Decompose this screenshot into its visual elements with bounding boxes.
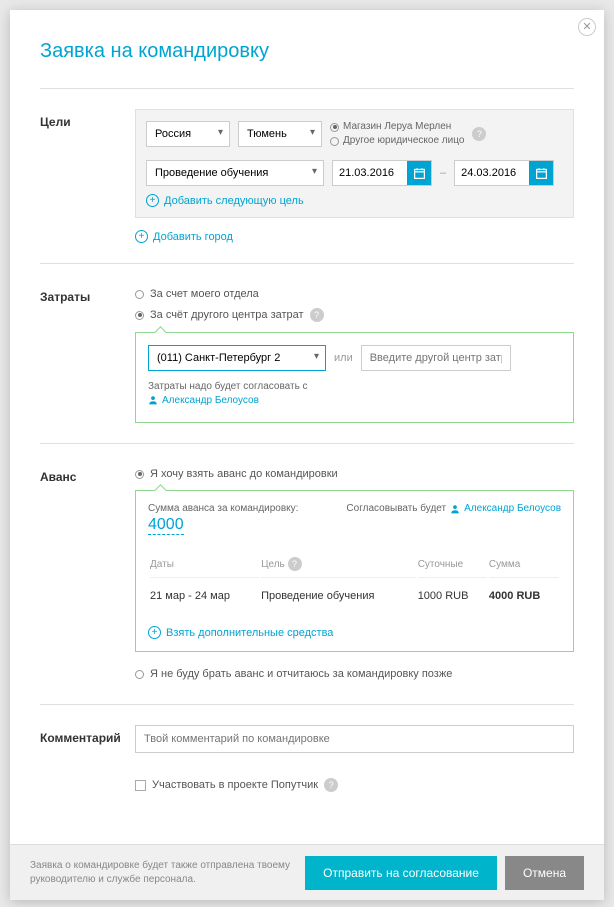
th-dates: Даты [150, 551, 259, 578]
org-leroy-radio[interactable]: Магазин Леруа Мерлен [330, 120, 464, 134]
trip-request-modal: ✕ Заявка на командировку Цели Россия Тюм… [10, 10, 604, 900]
radio-icon [135, 290, 144, 299]
advance-panel: Сумма аванса за командировку: 4000 Согла… [135, 490, 574, 652]
cost-center-select[interactable]: (011) Санкт-Петербург 2 [148, 345, 326, 371]
checkbox-icon [135, 780, 146, 791]
cell-goal: Проведение обучения [261, 580, 416, 612]
radio-icon [135, 311, 144, 320]
cost-center-value: (011) Санкт-Петербург 2 [157, 352, 280, 364]
radio-icon [135, 470, 144, 479]
comment-input[interactable] [135, 725, 574, 753]
costs-mydept-radio[interactable]: За счет моего отдела [135, 284, 574, 304]
companion-label: Участвовать в проекте Попутчик [152, 779, 318, 791]
radio-icon [330, 123, 339, 132]
plus-icon: + [135, 230, 148, 243]
add-funds-label: Взять дополнительные средства [166, 627, 333, 639]
org-type-group: Магазин Леруа Мерлен Другое юридическое … [330, 120, 464, 148]
advance-approver-link[interactable]: Александр Белоусов [464, 503, 561, 514]
plus-icon: + [146, 194, 159, 207]
close-icon[interactable]: ✕ [578, 18, 596, 36]
submit-button[interactable]: Отправить на согласование [305, 856, 497, 890]
city-select[interactable]: Тюмень [238, 121, 322, 147]
modal-title: Заявка на командировку [40, 40, 574, 63]
approval-note: Затраты надо будет согласовать с [148, 381, 561, 392]
comment-label: Комментарий [40, 725, 135, 753]
th-sum: Сумма [489, 551, 559, 578]
advance-table: Даты Цель ? Суточные Сумма 21 мар - 24 м… [148, 549, 561, 614]
radio-icon [135, 670, 144, 679]
date-to-value: 24.03.2016 [461, 167, 516, 179]
modal-footer: Заявка о командировке будет также отправ… [10, 844, 604, 900]
help-icon[interactable]: ? [472, 127, 486, 141]
cell-sum: 4000 RUB [489, 580, 559, 612]
cost-center-input[interactable] [361, 345, 511, 371]
add-goal-label: Добавить следующую цель [164, 195, 304, 207]
goals-label: Цели [40, 109, 135, 243]
org-other-label: Другое юридическое лицо [343, 134, 464, 148]
section-comment: Комментарий [10, 705, 604, 753]
cell-dates: 21 мар - 24 мар [150, 580, 259, 612]
person-icon [148, 395, 158, 405]
modal-header: Заявка на командировку [10, 10, 604, 78]
add-city-label: Добавить город [153, 231, 233, 243]
approver-name: Александр Белоусов [162, 395, 259, 406]
th-goal: Цель ? [261, 551, 416, 578]
costs-mydept-label: За счет моего отдела [150, 288, 259, 300]
companion-checkbox[interactable]: Участвовать в проекте Попутчик ? [105, 778, 604, 792]
costs-other-radio[interactable]: За счёт другого центра затрат ? [135, 304, 574, 326]
person-icon [450, 504, 460, 514]
add-funds-link[interactable]: + Взять дополнительные средства [148, 626, 561, 639]
purpose-value: Проведение обучения [155, 167, 268, 179]
date-from-input[interactable]: 21.03.2016 [332, 160, 432, 186]
help-icon[interactable]: ? [324, 778, 338, 792]
cancel-button[interactable]: Отмена [505, 856, 584, 890]
org-leroy-label: Магазин Леруа Мерлен [343, 120, 451, 134]
advance-yes-label: Я хочу взять аванс до командировки [150, 468, 338, 480]
add-goal-link[interactable]: + Добавить следующую цель [146, 194, 563, 207]
date-to-input[interactable]: 24.03.2016 [454, 160, 554, 186]
plus-icon: + [148, 626, 161, 639]
date-dash: – [440, 167, 446, 179]
purpose-select[interactable]: Проведение обучения [146, 160, 324, 186]
costs-label: Затраты [40, 284, 135, 423]
advance-approver: Согласовывать будет Александр Белоусов [346, 503, 561, 514]
advance-approver-label: Согласовывать будет [346, 503, 446, 514]
advance-label: Аванс [40, 464, 135, 684]
country-select[interactable]: Россия [146, 121, 230, 147]
section-costs: Затраты За счет моего отдела За счёт дру… [10, 264, 604, 423]
section-advance: Аванс Я хочу взять аванс до командировки… [10, 444, 604, 684]
costs-other-label: За счёт другого центра затрат [150, 309, 304, 321]
org-other-radio[interactable]: Другое юридическое лицо [330, 134, 464, 148]
calendar-icon[interactable] [529, 161, 553, 185]
th-perdiem: Суточные [418, 551, 487, 578]
advance-yes-radio[interactable]: Я хочу взять аванс до командировки [135, 464, 574, 484]
calendar-icon[interactable] [407, 161, 431, 185]
approver-link[interactable]: Александр Белоусов [148, 395, 259, 406]
advance-amount[interactable]: 4000 [148, 516, 184, 535]
add-city-link[interactable]: + Добавить город [135, 230, 574, 243]
help-icon[interactable]: ? [310, 308, 324, 322]
section-goals: Цели Россия Тюмень Магазин Леруа Мерлен … [10, 89, 604, 243]
or-text: или [334, 352, 353, 364]
help-icon[interactable]: ? [288, 557, 302, 571]
advance-no-label: Я не буду брать аванс и отчитаюсь за ком… [150, 668, 452, 680]
cost-center-panel: (011) Санкт-Петербург 2 или Затраты надо… [135, 332, 574, 423]
cell-perdiem: 1000 RUB [418, 580, 487, 612]
date-from-value: 21.03.2016 [339, 167, 394, 179]
goals-panel: Россия Тюмень Магазин Леруа Мерлен Друго… [135, 109, 574, 218]
advance-amount-label: Сумма аванса за командировку: [148, 503, 298, 514]
footer-note: Заявка о командировке будет также отправ… [30, 859, 305, 887]
advance-no-radio[interactable]: Я не буду брать аванс и отчитаюсь за ком… [135, 664, 574, 684]
table-row: 21 мар - 24 мар Проведение обучения 1000… [150, 580, 559, 612]
radio-icon [330, 137, 339, 146]
city-value: Тюмень [247, 128, 287, 140]
country-value: Россия [155, 128, 191, 140]
